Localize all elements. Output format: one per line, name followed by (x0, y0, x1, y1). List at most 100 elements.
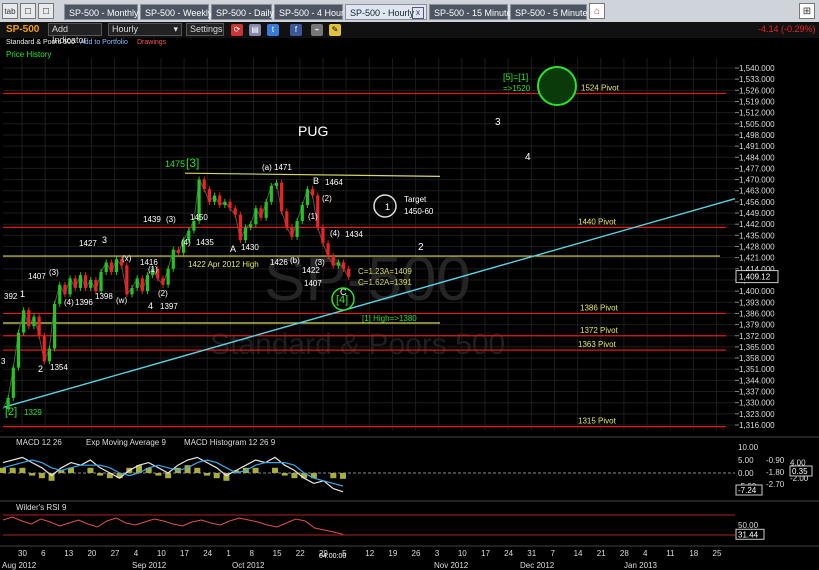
wave-annotation: 1398 (95, 292, 113, 301)
y-tick-label: 1,386.000 (739, 309, 775, 318)
chart-canvas: SP-500 Standard & Poors 500 1524 Pivot14… (0, 58, 819, 570)
wave-annotation: (x) (122, 254, 132, 263)
candle-body (280, 182, 284, 212)
wave-annotation: 4 (525, 152, 531, 163)
y-tick-label: 1,435.000 (739, 231, 775, 240)
macd-legend-item: MACD 12 26 (16, 438, 62, 447)
wave-annotation: Target (404, 195, 427, 204)
wave-annotation: B (313, 176, 319, 186)
x-tick-label: 17 (180, 549, 189, 558)
y-tick-label: 1,372.000 (739, 332, 775, 341)
pivot-label: 1524 Pivot (581, 84, 620, 93)
candle-body (218, 195, 222, 206)
y-tick-label: 1,477.000 (739, 164, 775, 173)
x-tick-label: 4 (643, 549, 648, 558)
macd-readout: -0.90 (766, 456, 785, 465)
wave-annotation: 1354 (50, 363, 68, 372)
candle-body (27, 310, 31, 327)
candle-body (331, 256, 335, 266)
rsi-line (2, 516, 344, 535)
wave-annotation: 1426 (270, 258, 288, 267)
candle-body (94, 279, 98, 292)
wave-annotation: 1397 (160, 302, 178, 311)
candle-body (78, 275, 82, 288)
wave-annotation: 1450-60 (404, 207, 434, 216)
y-tick-label: 1,456.000 (739, 198, 775, 207)
candle-body (130, 287, 134, 295)
candle-body (22, 310, 26, 333)
candle-body (16, 332, 21, 368)
candle-body (68, 278, 72, 295)
y-tick-label: 1,358.000 (739, 354, 775, 363)
candle-body (161, 278, 165, 285)
reference-label: [1] High=>1380 (362, 314, 417, 323)
candle-body (259, 208, 263, 218)
macd-y-label: 0.00 (738, 469, 754, 478)
wave-annotation: [5]=[1] (503, 72, 528, 82)
macd-y-label: 5.00 (738, 456, 754, 465)
rsi-title: Wilder's RSI 9 (16, 503, 67, 512)
macd-value: -7.24 (738, 486, 757, 495)
rsi-y-label: 50.00 (738, 521, 759, 530)
candle-body (145, 275, 150, 292)
x-month-label: Aug 2012 (2, 561, 37, 570)
candle-body (285, 211, 289, 228)
candle-body (89, 279, 93, 288)
wave-annotation: 1430 (241, 243, 259, 252)
macd-legend-item: Exp Moving Average 9 (86, 438, 166, 447)
y-tick-label: 1,540.000 (739, 64, 775, 73)
candle-body (63, 284, 67, 295)
wave-annotation: 1475 (165, 159, 185, 169)
x-tick-label: 14 (574, 549, 583, 558)
x-tick-label: 10 (458, 549, 467, 558)
wave-annotation: 1427 (79, 239, 97, 248)
wave-annotation: 1439 (143, 215, 161, 224)
x-tick-label: 27 (111, 549, 120, 558)
y-tick-label: 1,526.000 (739, 86, 775, 95)
wave-annotation: 3 (495, 117, 501, 128)
pivot-label: 1315 Pivot (578, 417, 617, 426)
wave-annotation: (a) 1471 (262, 163, 292, 172)
y-tick-label: 1,428.000 (739, 243, 775, 252)
candle-body (249, 224, 253, 228)
x-tick-label: 6 (41, 549, 46, 558)
x-tick-label: 22 (296, 549, 305, 558)
wave-annotation: 1464 (325, 178, 343, 187)
y-tick-label: 1,330.000 (739, 399, 775, 408)
y-tick-label: 1,365.000 (739, 343, 775, 352)
x-tick-label: 25 (713, 549, 722, 558)
x-tick-label: 31 (527, 549, 536, 558)
x-tick-label: 21 (597, 549, 606, 558)
wave-annotation: 1450 (190, 213, 208, 222)
candle-body (47, 348, 52, 362)
wave-annotation: [4] (336, 294, 348, 306)
candle-body (238, 214, 242, 241)
pivot-label: 1363 Pivot (578, 340, 617, 349)
candle-body (192, 221, 196, 231)
pivot-label: 1372 Pivot (580, 326, 619, 335)
wave-annotation: 1435 (196, 238, 214, 247)
macd-histogram-bar (87, 467, 94, 473)
candle-body (254, 208, 258, 225)
wave-annotation: (2) (322, 194, 332, 203)
candle-body (140, 278, 144, 292)
x-tick-label: 19 (388, 549, 397, 558)
x-month-label: Jan 2013 (624, 561, 657, 570)
candle-body (347, 268, 351, 277)
x-tick-label: 10 (157, 549, 166, 558)
pivot-label: 1440 Pivot (578, 217, 617, 226)
macd-histogram-bar (194, 467, 201, 473)
x-tick-label: 26 (412, 549, 421, 558)
wave-annotation: 2 (38, 364, 43, 374)
macd-histogram-bar (204, 473, 210, 476)
x-month-label: Oct 2012 (232, 561, 265, 570)
y-tick-label: 1,491.000 (739, 142, 775, 151)
candle-body (341, 262, 346, 269)
macd-histogram-bar (0, 467, 6, 473)
candle-body (37, 316, 41, 336)
x-month-label: Dec 2012 (520, 561, 555, 570)
wave-annotation: 1 (20, 289, 25, 299)
wave-annotation: 3 (1, 357, 6, 366)
wave-annotation: (3) (166, 215, 176, 224)
candle-body (290, 227, 294, 237)
